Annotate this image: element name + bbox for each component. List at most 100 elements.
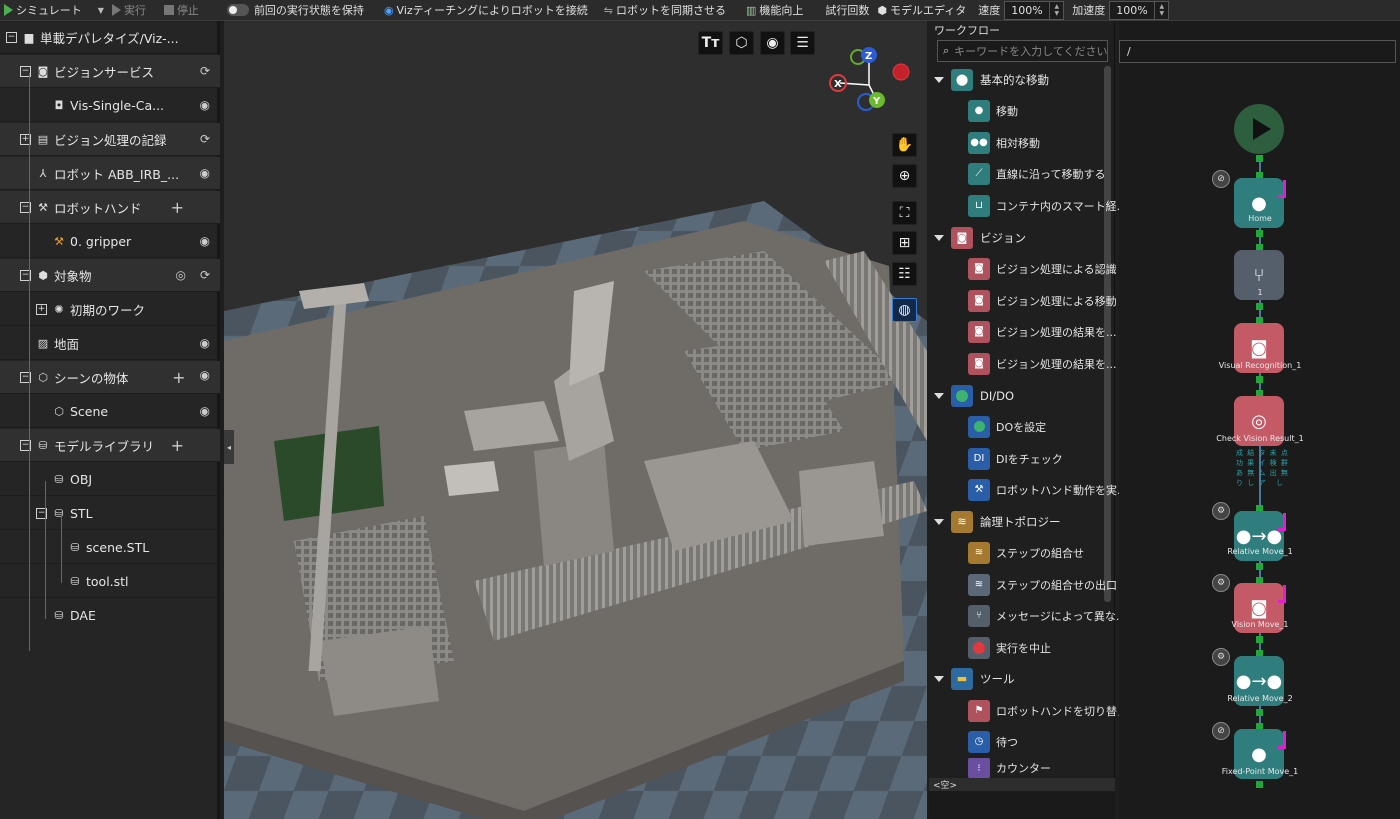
tree-item-obj[interactable]: ⛁ OBJ [0, 463, 220, 496]
tree-item-scene[interactable]: ⬡ Scene ◉ [0, 395, 220, 428]
output-port[interactable] [1256, 563, 1263, 570]
accel-stepper[interactable]: ▲ ▼ [1154, 1, 1168, 19]
step-vision-result-1[interactable]: ◙ ビジョン処理の結果を... [968, 316, 1117, 347]
start-node[interactable] [1234, 104, 1284, 154]
step-vision-recognition[interactable]: ◙ ビジョン処理による認識 [968, 253, 1117, 284]
collapse-left-panel-button[interactable]: ◂ [224, 430, 234, 464]
add-icon[interactable]: + [171, 436, 184, 455]
tree-item-dae[interactable]: ⛁ DAE [0, 599, 220, 632]
output-port[interactable] [1256, 709, 1263, 716]
tree-item-ground[interactable]: ▨ 地面 ◉ [0, 327, 220, 360]
globe-view-button[interactable]: ◍ [892, 298, 917, 322]
eye-icon[interactable]: ◉ [200, 234, 210, 248]
tree-item-initial-work[interactable]: + ✺ 初期のワーク [0, 293, 220, 326]
tree-item-model-library[interactable]: − ⛁ モデルライブラリ + [0, 429, 220, 462]
speed-input[interactable] [1005, 1, 1050, 19]
tree-item-robot-hand[interactable]: − ⚒ ロボットハンド + [0, 191, 220, 224]
step-set-do[interactable]: DOを設定 [968, 411, 1046, 442]
eye-icon[interactable]: ◉ [200, 368, 210, 387]
visibility-button[interactable]: ◉ [760, 31, 785, 55]
step-vision-result-2[interactable]: ◙ ビジョン処理の結果を... [968, 348, 1117, 379]
workflow-path[interactable]: / [1119, 40, 1396, 63]
speed-spinbox[interactable]: ▲▼ [1004, 0, 1065, 20]
expand-icon[interactable]: + [36, 303, 47, 315]
list-view-button[interactable]: ☰ [790, 31, 815, 55]
eye-icon[interactable]: ◉ [200, 336, 210, 350]
tree-item-tool-stl[interactable]: ⛁ tool.stl [0, 565, 220, 598]
trial-count-button[interactable]: 試行回数 [821, 0, 873, 21]
category-vision[interactable]: ◙ ビジョン [934, 222, 1026, 253]
add-icon[interactable]: + [172, 368, 185, 387]
step-branch-message[interactable]: ⑂ メッセージによって異な... [968, 600, 1126, 631]
output-port[interactable] [1256, 230, 1263, 237]
output-port[interactable] [1256, 781, 1263, 788]
tree-item-project[interactable]: − ▆ 単載デパレタイズ/Viz-... [0, 21, 220, 54]
step-counter[interactable]: ⁝ カウンター [968, 758, 1051, 778]
accel-spinbox[interactable]: ▲▼ [1109, 0, 1170, 20]
category-dido[interactable]: DI/DO [934, 380, 1014, 411]
model-editor-button[interactable]: ⬢ モデルエディタ [873, 0, 970, 21]
tree-item-vision-records[interactable]: + ▤ ビジョン処理の記録 ⟳ [0, 123, 220, 156]
step-hand-action[interactable]: ⚒ ロボットハンド動作を実... [968, 474, 1128, 505]
category-tools[interactable]: ▬ ツール [934, 663, 1015, 694]
pan-button[interactable]: ✋ [892, 133, 917, 157]
step-wait[interactable]: ◷ 待つ [968, 726, 1018, 757]
step-relative-move[interactable]: ●● 相対移動 [968, 127, 1040, 158]
tree-item-scene-objects[interactable]: − ⬡ シーンの物体 + ◉ [0, 361, 220, 394]
tree-item-objects[interactable]: − ⬢ 対象物 ◎ ⟳ [0, 259, 220, 292]
step-check-di[interactable]: DI DIをチェック [968, 443, 1063, 474]
eye-icon[interactable]: ◉ [200, 404, 210, 418]
axis-gizmo[interactable]: Z X Y [824, 45, 914, 120]
accel-input[interactable] [1110, 1, 1155, 19]
simulate-button[interactable]: シミュレート ▼ [0, 0, 108, 21]
refresh-icon[interactable]: ⟳ [200, 268, 210, 282]
category-logic[interactable]: ≋ 論理トポロジー [934, 506, 1061, 537]
eye-icon[interactable]: ◉ [200, 166, 210, 180]
eye-icon[interactable]: ◉ [200, 98, 210, 112]
run-button[interactable]: 実行 [108, 0, 150, 21]
speed-stepper[interactable]: ▲ ▼ [1049, 1, 1063, 19]
step-switch-hand[interactable]: ⚑ ロボットハンドを切り替え [968, 695, 1128, 726]
step-abort[interactable]: 実行を中止 [968, 632, 1051, 663]
refresh-icon[interactable]: ⟳ [200, 132, 210, 146]
output-port[interactable] [1256, 376, 1263, 383]
tree-item-scene-stl[interactable]: ⛁ scene.STL [0, 531, 220, 564]
step-container-move[interactable]: ⊔ コンテナ内のスマート経... [968, 190, 1127, 221]
tree-item-stl[interactable]: − ⛁ STL [0, 497, 220, 530]
3d-viewport[interactable]: Tт ⬡ ◉ ☰ Z X Y ✋ ⊕ ⛶ ⊞ ☷ ◍ [224, 21, 927, 819]
step-vision-move[interactable]: ◙ ビジョン処理による移動 [968, 285, 1117, 316]
refresh-icon[interactable]: ⟳ [200, 64, 210, 78]
step-search[interactable]: ⌕ [937, 40, 1108, 62]
toggle-switch[interactable] [226, 4, 249, 16]
grid-view-button[interactable]: ⊞ [892, 231, 917, 255]
collapse-icon[interactable]: − [6, 31, 17, 43]
output-port[interactable] [1256, 636, 1263, 643]
box-view-button[interactable]: ⬡ [729, 31, 754, 55]
tree-item-robot[interactable]: ⅄ ロボット ABB_IRB_... ◉ [0, 157, 220, 190]
step-move[interactable]: ● 移動 [968, 95, 1018, 126]
add-icon[interactable]: + [171, 198, 184, 217]
target-icon[interactable]: ◎ [175, 268, 185, 282]
tree-item-gripper[interactable]: ⚒ 0. gripper ◉ [0, 225, 220, 258]
enhance-button[interactable]: ▥ 機能向上 [742, 0, 807, 21]
fit-view-button[interactable]: ⛶ [892, 201, 917, 225]
category-basic-move[interactable]: ⬤ 基本的な移動 [934, 64, 1049, 95]
chevron-down-icon[interactable]: ▼ [98, 6, 104, 15]
sync-robot-button[interactable]: ⇋ ロボットを同期させる [600, 0, 730, 21]
text-toggle-button[interactable]: Tт [698, 31, 723, 55]
step-combo[interactable]: ≋ ステップの組合せ [968, 537, 1084, 568]
search-input[interactable] [954, 44, 1107, 58]
keep-state-toggle[interactable]: 前回の実行状態を保持 [223, 0, 368, 21]
output-port[interactable] [1256, 303, 1263, 310]
step-linear-move[interactable]: ⟋ 直線に沿って移動する [968, 158, 1105, 189]
zoom-button[interactable]: ⊕ [892, 164, 917, 188]
layers-exit-icon: ≋ [968, 573, 990, 596]
output-port[interactable] [1256, 155, 1263, 162]
step-combo-exit[interactable]: ≋ ステップの組合せの出口 [968, 569, 1117, 600]
stop-button[interactable]: 停止 [160, 0, 203, 21]
panel-view-button[interactable]: ☷ [892, 262, 917, 286]
tree-item-vision-service[interactable]: − ◙ ビジョンサービス ⟳ [0, 55, 220, 88]
tree-item-vis-single[interactable]: ◘ Vis-Single-Ca... ◉ [0, 89, 220, 122]
vision-badge-icon: ⚙ [1212, 574, 1230, 592]
connect-robot-button[interactable]: ◉ Vizティーチングによりロボットを接続 [380, 0, 592, 21]
